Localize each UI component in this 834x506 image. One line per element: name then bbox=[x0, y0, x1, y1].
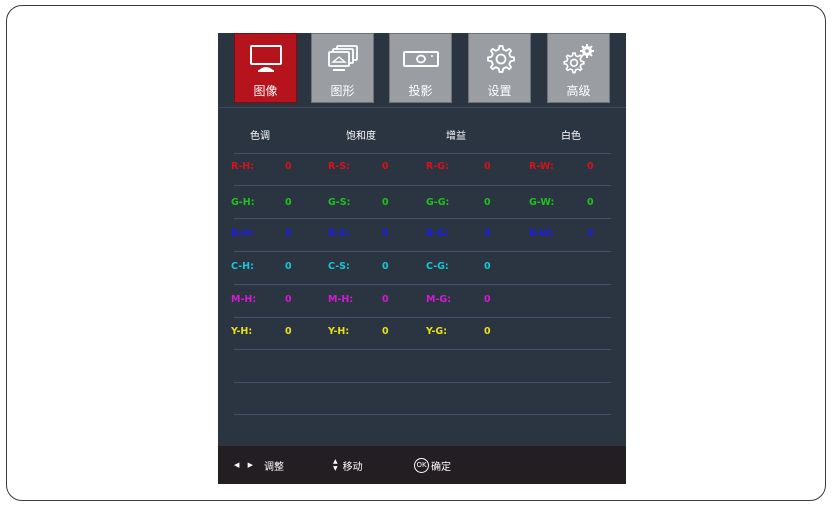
monitor-icon bbox=[246, 43, 286, 75]
param-value[interactable]: 0 bbox=[382, 228, 389, 239]
param-value[interactable]: 0 bbox=[285, 261, 292, 272]
param-value[interactable]: 0 bbox=[484, 161, 491, 172]
param-value[interactable]: 0 bbox=[285, 228, 292, 239]
param-value[interactable]: 0 bbox=[484, 326, 491, 337]
param-label[interactable]: Y-G: bbox=[426, 326, 447, 337]
param-value[interactable]: 0 bbox=[285, 326, 292, 337]
param-value[interactable]: 0 bbox=[587, 228, 594, 239]
up-down-arrows-icon: ▲ ▼ bbox=[333, 458, 338, 472]
column-headers: 色调 饱和度 增益 白色 bbox=[218, 127, 626, 145]
footer-adjust-label: 调整 bbox=[264, 461, 284, 473]
param-label[interactable]: C-S: bbox=[328, 261, 350, 272]
param-label[interactable]: M-H: bbox=[231, 294, 256, 305]
tab-projection[interactable]: 投影 bbox=[389, 33, 452, 103]
footer-move-label: 移动 bbox=[342, 461, 363, 473]
layers-icon bbox=[323, 43, 363, 75]
projector-icon bbox=[401, 43, 441, 75]
param-label[interactable]: M-G: bbox=[426, 294, 451, 305]
row-divider bbox=[234, 153, 611, 154]
param-value[interactable]: 0 bbox=[382, 197, 389, 208]
param-value[interactable]: 0 bbox=[484, 261, 491, 272]
header-white: 白色 bbox=[561, 131, 581, 142]
tab-graphics[interactable]: 图形 bbox=[311, 33, 374, 103]
tab-label: 设置 bbox=[487, 84, 512, 98]
param-label[interactable]: B-H: bbox=[231, 228, 254, 239]
param-value[interactable]: 0 bbox=[382, 294, 389, 305]
param-value[interactable]: 0 bbox=[285, 294, 292, 305]
param-value[interactable]: 0 bbox=[382, 261, 389, 272]
row-divider bbox=[234, 317, 611, 318]
param-value[interactable]: 0 bbox=[285, 197, 292, 208]
footer-hint-bar: ◀ ▶ 调整 ▲ ▼ 移动 OK 确定 bbox=[218, 446, 626, 484]
param-value[interactable]: 0 bbox=[484, 197, 491, 208]
row-divider bbox=[234, 251, 611, 252]
param-value[interactable]: 0 bbox=[587, 161, 594, 172]
tab-divider bbox=[218, 107, 626, 108]
header-gain: 增益 bbox=[446, 131, 466, 142]
row-divider bbox=[234, 218, 611, 219]
param-value[interactable]: 0 bbox=[484, 228, 491, 239]
header-hue: 色调 bbox=[250, 131, 270, 142]
param-value[interactable]: 0 bbox=[484, 294, 491, 305]
row-divider bbox=[234, 414, 611, 415]
tab-label: 高级 bbox=[566, 84, 591, 98]
tab-label: 图形 bbox=[330, 84, 355, 98]
param-value[interactable]: 0 bbox=[382, 326, 389, 337]
param-label[interactable]: B-W: bbox=[529, 228, 554, 239]
tab-advanced[interactable]: 高级 bbox=[547, 33, 610, 103]
footer-confirm-hint: OK 确定 bbox=[414, 446, 451, 484]
param-label[interactable]: M-H: bbox=[328, 294, 353, 305]
header-saturation: 饱和度 bbox=[346, 131, 376, 142]
param-label[interactable]: G-W: bbox=[529, 197, 554, 208]
param-value[interactable]: 0 bbox=[587, 197, 594, 208]
tab-image[interactable]: 图像 bbox=[234, 33, 297, 103]
param-label[interactable]: Y-H: bbox=[231, 326, 252, 337]
gear-icon bbox=[480, 43, 520, 75]
param-label[interactable]: B-G: bbox=[426, 228, 449, 239]
row-divider bbox=[234, 382, 611, 383]
osd-menu: 图像 图形 投影 设置 高级 色调 饱和度 增益 白色 ◀ ▶ 调整 ▲ ▼ 移… bbox=[218, 33, 626, 484]
param-value[interactable]: 0 bbox=[382, 161, 389, 172]
row-divider bbox=[234, 185, 611, 186]
left-right-arrows-icon: ◀ ▶ bbox=[234, 461, 256, 469]
param-label[interactable]: R-H: bbox=[231, 161, 254, 172]
param-label[interactable]: C-H: bbox=[231, 261, 254, 272]
param-label[interactable]: R-W: bbox=[529, 161, 554, 172]
tab-label: 图像 bbox=[253, 84, 278, 98]
param-label[interactable]: Y-H: bbox=[328, 326, 349, 337]
tab-settings[interactable]: 设置 bbox=[468, 33, 531, 103]
param-label[interactable]: B-S: bbox=[328, 228, 350, 239]
param-label[interactable]: R-S: bbox=[328, 161, 350, 172]
tab-label: 投影 bbox=[408, 84, 433, 98]
param-label[interactable]: G-H: bbox=[231, 197, 255, 208]
footer-confirm-label: 确定 bbox=[431, 461, 451, 473]
param-label[interactable]: G-S: bbox=[328, 197, 350, 208]
footer-adjust-hint: ◀ ▶ 调整 bbox=[234, 446, 284, 484]
tab-bar: 图像 图形 投影 设置 高级 bbox=[218, 33, 626, 107]
row-divider bbox=[234, 284, 611, 285]
ok-button-icon: OK bbox=[414, 457, 429, 473]
param-label[interactable]: R-G: bbox=[426, 161, 449, 172]
param-label[interactable]: G-G: bbox=[426, 197, 449, 208]
gears-icon bbox=[559, 43, 599, 75]
footer-move-hint: ▲ ▼ 移动 bbox=[333, 446, 363, 484]
param-label[interactable]: C-G: bbox=[426, 261, 449, 272]
param-value[interactable]: 0 bbox=[285, 161, 292, 172]
row-divider bbox=[234, 349, 611, 350]
